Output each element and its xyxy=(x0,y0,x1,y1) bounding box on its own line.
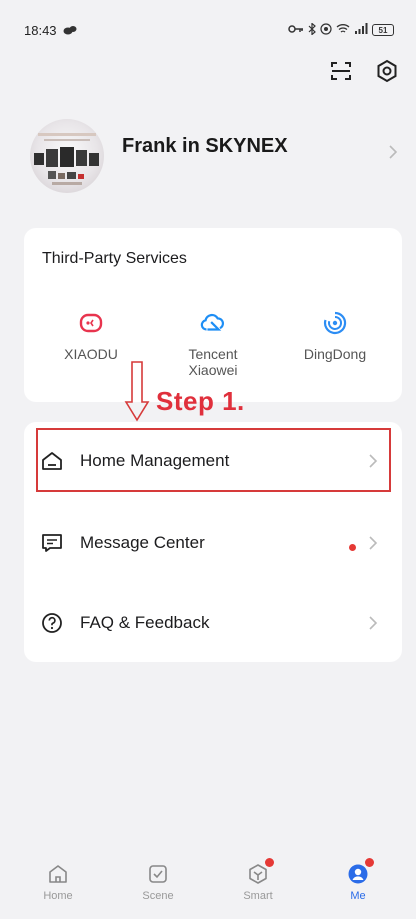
home-tab-icon xyxy=(46,862,70,886)
menu-label: Message Center xyxy=(80,533,205,552)
tab-label: Home xyxy=(43,890,73,902)
status-left: 18:43 xyxy=(24,23,77,38)
menu-item-message-center[interactable]: Message Center xyxy=(24,508,402,578)
chevron-right-icon xyxy=(368,615,378,636)
avatar[interactable] xyxy=(30,119,104,193)
menu-item-home-management[interactable]: Home Management xyxy=(24,426,402,496)
menu-item-faq-feedback[interactable]: FAQ & Feedback xyxy=(24,588,402,658)
chevron-right-icon xyxy=(388,144,398,165)
status-bar: 18:43 51 xyxy=(0,0,416,60)
service-dingdong[interactable]: DingDong xyxy=(280,310,390,362)
chevron-right-icon xyxy=(368,535,378,556)
tencent-xiaowei-icon xyxy=(200,310,226,336)
battery-level: 51 xyxy=(378,25,388,35)
tab-label: Me xyxy=(350,890,366,902)
key-icon xyxy=(288,24,304,37)
service-label: Tencent Xiaowei xyxy=(188,346,238,378)
step-label: Step 1. xyxy=(156,386,245,416)
service-tencent-xiaowei[interactable]: Tencent Xiaowei xyxy=(158,310,268,378)
tab-label: Smart xyxy=(243,890,273,902)
bluetooth-icon xyxy=(308,21,316,38)
profile-name: Frank in SKYNEX xyxy=(122,134,288,157)
tab-label: Scene xyxy=(142,890,174,902)
message-icon xyxy=(40,531,64,555)
profile-row[interactable]: Frank in SKYNEX xyxy=(30,118,400,194)
tab-badge xyxy=(365,858,374,867)
service-label: DingDong xyxy=(303,346,367,362)
service-label: XIAODU xyxy=(64,346,118,362)
signal-icon xyxy=(354,23,368,37)
third-party-services-card: Third-Party Services XIAODU Tencent Xiao… xyxy=(24,228,402,402)
service-xiaodu[interactable]: XIAODU xyxy=(36,310,146,362)
tab-me[interactable]: Me xyxy=(323,858,393,902)
menu-card: Home Management Message Center FAQ & Fee… xyxy=(24,422,402,662)
tab-scene[interactable]: Scene xyxy=(123,862,193,902)
tab-bar: Home Scene Smart Me xyxy=(0,852,416,919)
status-time: 18:43 xyxy=(24,22,57,38)
battery-icon: 51 xyxy=(372,24,394,36)
xiaodu-icon xyxy=(78,310,104,336)
menu-label: FAQ & Feedback xyxy=(80,613,210,632)
dingdong-icon xyxy=(322,310,348,336)
smart-tab-icon xyxy=(246,858,274,886)
help-icon xyxy=(40,611,64,635)
tab-smart[interactable]: Smart xyxy=(223,858,293,902)
services-title: Third-Party Services xyxy=(42,250,187,267)
home-icon xyxy=(40,449,64,473)
nfc-icon xyxy=(320,22,332,38)
tab-badge xyxy=(265,858,274,867)
settings-icon[interactable] xyxy=(374,58,400,84)
scene-tab-icon xyxy=(146,862,170,886)
unread-badge xyxy=(349,544,356,551)
me-tab-icon xyxy=(346,858,374,886)
tab-home[interactable]: Home xyxy=(23,862,93,902)
scan-icon[interactable] xyxy=(328,58,354,84)
menu-label: Home Management xyxy=(80,451,230,470)
top-actions xyxy=(328,58,400,84)
status-right: 51 xyxy=(288,21,394,38)
wifi-icon xyxy=(336,23,350,37)
step-arrow-icon xyxy=(124,360,150,427)
notification-icon xyxy=(63,23,77,38)
chevron-right-icon xyxy=(368,453,378,474)
